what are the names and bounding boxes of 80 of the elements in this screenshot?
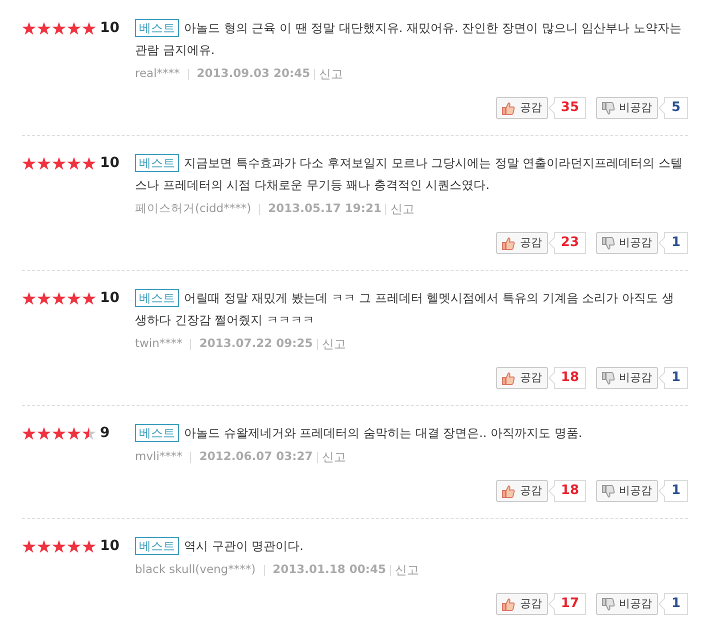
star-icon [67, 427, 81, 440]
star-icon [67, 157, 81, 170]
dislike-count: 1 [664, 367, 688, 389]
dislike-button[interactable]: 비공감 [596, 593, 658, 615]
review-text: 베스트 지금보면 특수효과가 다소 후져보일지 모르나 그당시에는 정말 연출이라던지프레데터의 스텔스나 프레데터의 시점 다채로운 무기등 꽤나 충격적인 시퀀스였다. [135, 153, 684, 194]
dislike-button[interactable]: 비공감 [596, 97, 658, 119]
thumbs-up-icon [502, 102, 515, 114]
best-badge: 베스트 [135, 19, 179, 37]
star-icon [67, 22, 81, 35]
like-button[interactable]: 공감 [496, 97, 548, 119]
thumbs-down-icon [602, 102, 615, 114]
star-icon [67, 292, 81, 305]
thumbs-down-icon [602, 484, 615, 498]
review-date: 2013.09.03 20:45 [196, 65, 310, 82]
like-button[interactable]: 공감 [496, 480, 548, 502]
star-icon [52, 22, 66, 35]
star-icon [37, 157, 51, 170]
score: 10 [100, 20, 120, 37]
star-icon [52, 157, 66, 170]
thumbs-down-icon [602, 236, 615, 250]
best-badge: 베스트 [135, 537, 179, 555]
star-icon [22, 540, 36, 553]
dislike-button[interactable]: 비공감 [596, 480, 658, 502]
dislike-button[interactable]: 비공감 [596, 367, 658, 389]
username: twin**** [135, 335, 182, 352]
review-date: 2013.05.17 19:21 [268, 200, 382, 218]
review-text: 베스트 아놀드 형의 근육 이 땐 정말 대단했지유. 재밌어유. 잔인한 장면이 많으니 임산부나 노약자는 관람 금지에유. [135, 18, 682, 59]
score: 10 [100, 155, 120, 172]
review-date: 2012.06.07 03:27 [199, 448, 313, 466]
thumbs-up-icon [502, 236, 515, 250]
star-icon [22, 157, 36, 170]
star-icon [82, 427, 96, 440]
username: 페이스허거(cidd****) [135, 200, 252, 218]
thumbs-down-icon [602, 598, 615, 610]
score: 10 [100, 538, 120, 555]
like-count: 17 [554, 593, 586, 615]
username: black skull(veng****) [135, 561, 256, 578]
star-icon [22, 22, 36, 35]
username: mvli**** [135, 448, 182, 466]
thumbs-up-icon [502, 598, 515, 610]
thumbs-up-icon [502, 484, 515, 498]
thumbs-down-icon [602, 372, 615, 384]
like-count: 18 [554, 367, 586, 389]
dislike-count: 5 [664, 97, 688, 119]
star-icon [37, 292, 51, 305]
like-count: 18 [554, 480, 586, 502]
star-icon [22, 427, 36, 440]
star-icon [82, 292, 96, 305]
like-count: 35 [554, 97, 586, 119]
review-text: 베스트 어릴때 정말 재밌게 봤는데 ㅋㅋ 그 프레데터 헬멧시점에서 특유의 기계음 소리가 아직도 생생하다 긴장감 쩔어줬지 ㅋㅋㅋㅋ [135, 288, 675, 329]
star-icon [82, 540, 96, 553]
star-icon [37, 427, 51, 440]
like-count: 23 [554, 232, 586, 254]
star-icon [82, 157, 96, 170]
score: 10 [100, 290, 120, 307]
star-icon [67, 540, 81, 553]
like-button[interactable]: 공감 [496, 593, 548, 615]
score: 9 [100, 425, 110, 442]
review-text: 베스트 아놀드 슈왈제네거와 프레데터의 숨막히는 대결 장면은.. 아직까지도 명품. [135, 422, 685, 444]
dislike-count: 1 [664, 232, 688, 254]
star-icon [52, 540, 66, 553]
star-icon [52, 292, 66, 305]
review-date: 2013.07.22 09:25 [199, 335, 313, 352]
star-icon [37, 540, 51, 553]
best-badge: 베스트 [135, 424, 179, 442]
star-icon [82, 22, 96, 35]
thumbs-up-icon [502, 372, 515, 384]
dislike-button[interactable]: 비공감 [596, 232, 658, 254]
dislike-count: 1 [664, 480, 688, 502]
star-icon [22, 292, 36, 305]
star-icon [37, 22, 51, 35]
star-icon [52, 427, 66, 440]
like-button[interactable]: 공감 [496, 367, 548, 389]
review-date: 2013.01.18 00:45 [272, 561, 386, 578]
review-text: 베스트 역시 구관이 명관이다. [135, 535, 685, 557]
dislike-count: 1 [664, 593, 688, 615]
username: real**** [135, 65, 180, 82]
best-badge: 베스트 [135, 289, 179, 307]
like-button[interactable]: 공감 [496, 232, 548, 254]
best-badge: 베스트 [135, 154, 179, 172]
